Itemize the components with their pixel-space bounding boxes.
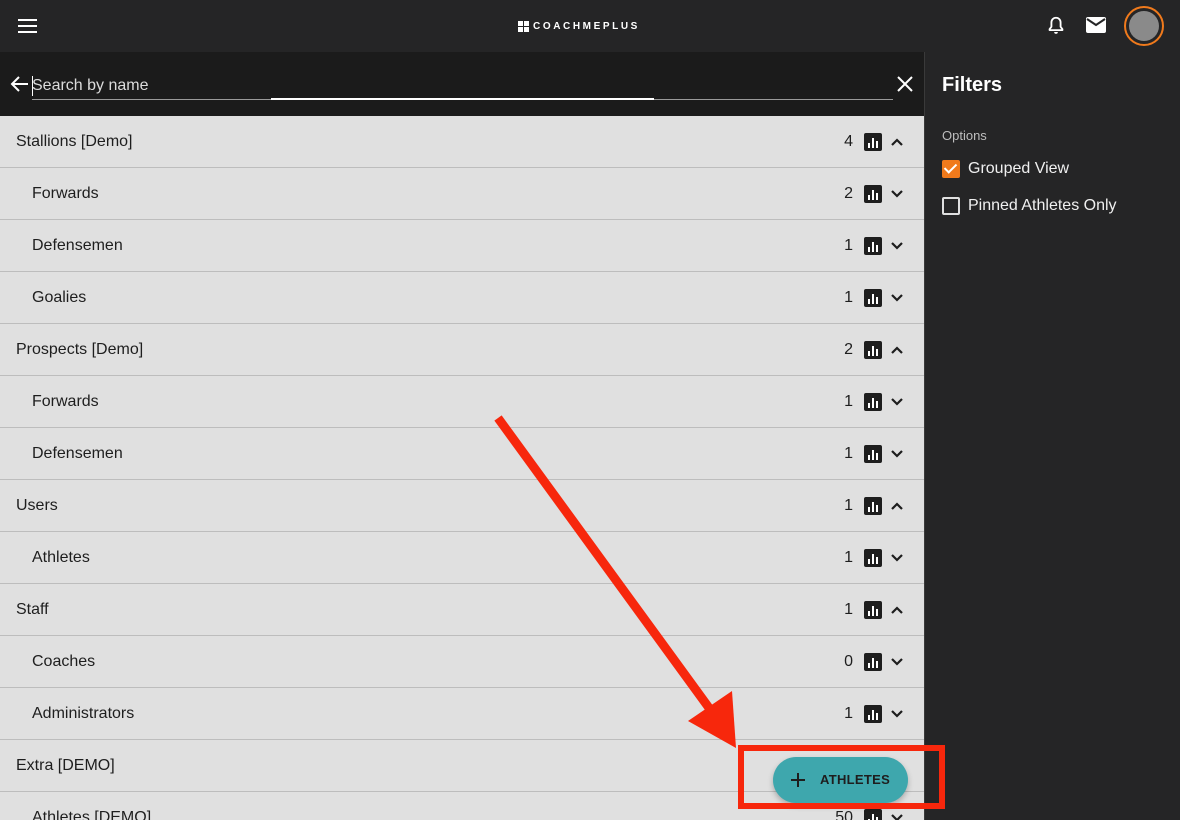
row-label: Forwards	[32, 392, 99, 410]
mail-icon[interactable]	[1086, 17, 1106, 33]
pinned-athletes-only-checkbox[interactable]: Pinned Athletes Only	[942, 196, 1117, 216]
bar-chart-icon[interactable]	[864, 185, 882, 203]
bell-icon[interactable]	[1045, 15, 1067, 37]
group-row[interactable]: Staff 1	[0, 584, 924, 636]
chevron-up-icon[interactable]	[889, 602, 905, 618]
row-label: Defensemen	[32, 444, 123, 462]
subgroup-row[interactable]: Defensemen 1	[0, 220, 924, 272]
chevron-down-icon[interactable]	[889, 238, 905, 254]
bar-chart-icon[interactable]	[864, 497, 882, 515]
row-count: 1	[844, 704, 853, 722]
checkbox-checked-icon[interactable]	[942, 160, 960, 178]
bar-chart-icon[interactable]	[864, 289, 882, 307]
filters-panel: Filters Options Grouped View Pinned Athl…	[924, 52, 1180, 820]
row-label: Athletes	[32, 548, 90, 566]
chevron-down-icon[interactable]	[889, 446, 905, 462]
chevron-down-icon[interactable]	[889, 654, 905, 670]
filters-title: Filters	[942, 74, 1003, 96]
chevron-down-icon[interactable]	[889, 394, 905, 410]
row-count: 4	[844, 132, 853, 150]
row-label: Coaches	[32, 652, 96, 670]
row-count: 50	[835, 808, 853, 820]
row-label: Extra [DEMO]	[16, 756, 115, 774]
row-label: Staff	[16, 600, 49, 618]
subgroup-row[interactable]: Forwards 2	[0, 168, 924, 220]
bar-chart-icon[interactable]	[864, 133, 882, 151]
search-focus-underline	[271, 98, 654, 100]
row-label: Defensemen	[32, 236, 123, 254]
subgroup-row[interactable]: Goalies 1	[0, 272, 924, 324]
bar-chart-icon[interactable]	[864, 549, 882, 567]
subgroup-row[interactable]: Administrators 1	[0, 688, 924, 740]
search-bar	[0, 52, 924, 116]
row-label: Goalies	[32, 288, 87, 306]
row-count: 1	[844, 600, 853, 618]
bar-chart-icon[interactable]	[864, 705, 882, 723]
add-athletes-button[interactable]: ATHLETES	[773, 757, 908, 803]
subgroup-row[interactable]: Defensemen 1	[0, 428, 924, 480]
bar-chart-icon[interactable]	[864, 601, 882, 619]
add-athletes-label: ATHLETES	[820, 772, 891, 787]
group-row[interactable]: Prospects [Demo] 2	[0, 324, 924, 376]
chevron-down-icon[interactable]	[889, 810, 905, 820]
close-icon[interactable]	[895, 74, 915, 94]
row-count: 1	[844, 288, 853, 306]
row-count: 2	[844, 340, 853, 358]
row-label: Prospects [Demo]	[16, 340, 144, 358]
row-count: 1	[844, 444, 853, 462]
bar-chart-icon[interactable]	[864, 237, 882, 255]
top-app-bar: COACHMEPLUS	[0, 0, 1180, 52]
row-count: 1	[844, 496, 853, 514]
brand-mark-icon	[518, 20, 529, 32]
row-count: 0	[844, 652, 853, 670]
row-count: 1	[844, 392, 853, 410]
group-row[interactable]: Stallions [Demo] 4	[0, 116, 924, 168]
user-avatar[interactable]	[1124, 6, 1164, 46]
bar-chart-icon[interactable]	[864, 809, 882, 820]
subgroup-row[interactable]: Athletes 1	[0, 532, 924, 584]
row-count: 1	[844, 236, 853, 254]
chevron-down-icon[interactable]	[889, 550, 905, 566]
row-label: Forwards	[32, 184, 99, 202]
grouped-view-checkbox[interactable]: Grouped View	[942, 159, 1069, 179]
bar-chart-icon[interactable]	[864, 341, 882, 359]
chevron-down-icon[interactable]	[889, 186, 905, 202]
checkbox-unchecked-icon[interactable]	[942, 197, 960, 215]
row-count: 2	[844, 184, 853, 202]
bar-chart-icon[interactable]	[864, 653, 882, 671]
text-cursor	[32, 76, 33, 96]
arrow-left-icon[interactable]	[10, 74, 30, 94]
subgroup-row[interactable]: Coaches 0	[0, 636, 924, 688]
group-row[interactable]: Users 1	[0, 480, 924, 532]
subgroup-row[interactable]: Forwards 1	[0, 376, 924, 428]
bar-chart-icon[interactable]	[864, 445, 882, 463]
chevron-down-icon[interactable]	[889, 706, 905, 722]
plus-icon	[791, 773, 805, 787]
search-input[interactable]	[32, 72, 893, 100]
row-label: Administrators	[32, 704, 135, 722]
options-label: Options	[942, 128, 987, 143]
row-label: Athletes [DEMO]	[32, 808, 152, 820]
grouped-view-label: Grouped View	[968, 160, 1070, 177]
athlete-group-list: Stallions [Demo] 4 Forwards 2 Defensemen 1 Goa…	[0, 116, 924, 820]
bar-chart-icon[interactable]	[864, 393, 882, 411]
chevron-up-icon[interactable]	[889, 342, 905, 358]
row-count: 1	[844, 548, 853, 566]
chevron-down-icon[interactable]	[889, 290, 905, 306]
brand-name: COACHMEPLUS	[533, 20, 640, 32]
brand-logo: COACHMEPLUS	[518, 18, 640, 34]
row-label: Stallions [Demo]	[16, 132, 133, 150]
row-label: Users	[16, 496, 58, 514]
chevron-up-icon[interactable]	[889, 498, 905, 514]
chevron-up-icon[interactable]	[889, 134, 905, 150]
menu-icon[interactable]	[16, 14, 40, 38]
pinned-athletes-only-label: Pinned Athletes Only	[968, 197, 1117, 214]
